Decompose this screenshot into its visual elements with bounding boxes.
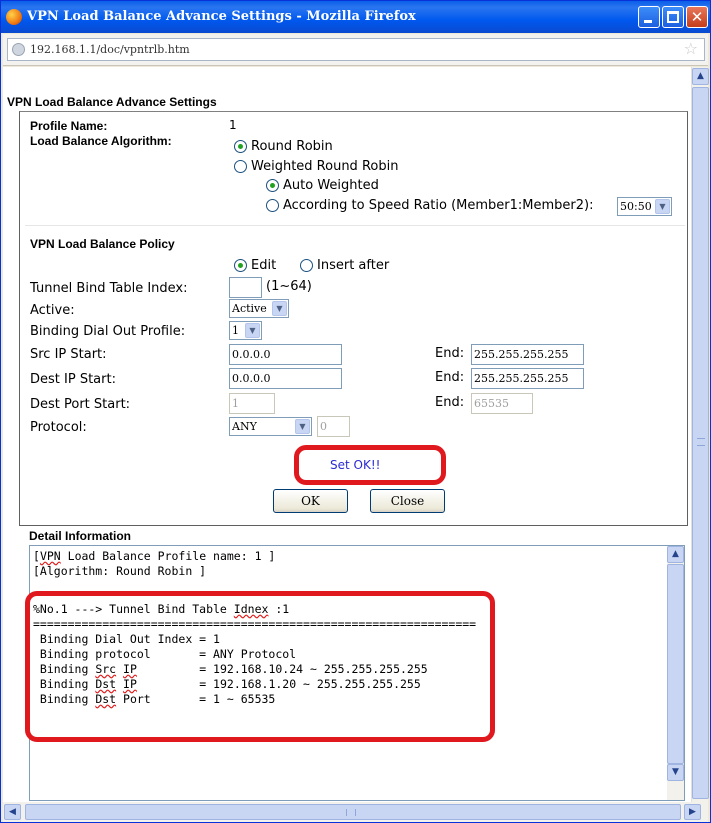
active-label: Active: xyxy=(30,303,75,318)
chevron-down-icon: ▼ xyxy=(245,323,260,338)
insert-after-radio[interactable] xyxy=(300,259,313,272)
page-scroll-left-button[interactable]: ◀ xyxy=(4,804,21,820)
ok-button[interactable]: OK xyxy=(273,489,348,513)
grip-icon xyxy=(346,809,356,816)
protocol-label: Protocol: xyxy=(30,420,87,435)
edit-mode-label: Edit xyxy=(251,258,277,273)
page-scroll-up-button[interactable]: ▲ xyxy=(692,68,709,85)
maximize-icon xyxy=(667,11,679,23)
src-ip-end-input[interactable]: 255.255.255.255 xyxy=(471,344,584,365)
page-scroll-thumb[interactable] xyxy=(692,87,709,799)
auto-weighted-radio[interactable] xyxy=(266,179,279,192)
dest-port-end-input[interactable]: 65535 xyxy=(471,393,533,414)
detail-line-2: [Algorithm: Round Robin ] xyxy=(33,564,207,578)
dial-out-selected: 1 xyxy=(232,324,239,337)
tunnel-index-label: Tunnel Bind Table Index: xyxy=(30,281,188,296)
speed-ratio-select[interactable]: 50:50 ▼ xyxy=(617,197,672,216)
detail-line-1: [VPN Load Balance Profile name: 1 ] xyxy=(33,549,276,563)
speed-ratio-radio[interactable] xyxy=(266,199,279,212)
tunnel-index-input[interactable] xyxy=(229,277,262,298)
page-horizontal-thumb[interactable] xyxy=(25,804,681,820)
detail-scroll-thumb[interactable] xyxy=(667,564,684,764)
chevron-down-icon: ▼ xyxy=(272,301,287,316)
profile-name-value: 1 xyxy=(229,118,237,132)
chevron-down-icon: ▼ xyxy=(295,419,310,434)
active-selected: Active xyxy=(232,302,267,315)
edit-mode-radio[interactable] xyxy=(234,259,247,272)
minimize-icon xyxy=(644,20,652,23)
title-bar[interactable]: VPN Load Balance Advance Settings - Mozi… xyxy=(1,1,710,33)
protocol-selected: ANY xyxy=(232,420,257,433)
status-message: Set OK!! xyxy=(330,458,381,472)
src-ip-start-input[interactable]: 0.0.0.0 xyxy=(229,344,342,365)
speed-ratio-selected: 50:50 xyxy=(620,200,652,213)
active-select[interactable]: Active ▼ xyxy=(229,299,289,318)
dest-ip-label: Dest IP Start: xyxy=(30,372,116,387)
dial-out-label: Binding Dial Out Profile: xyxy=(30,324,186,339)
grip-icon xyxy=(697,438,705,446)
scroll-up-button[interactable]: ▲ xyxy=(667,546,684,563)
detail-highlight xyxy=(25,591,495,742)
protocol-number-input[interactable]: 0 xyxy=(317,416,350,437)
url-text[interactable]: 192.168.1.1/doc/vpntrlb.htm xyxy=(30,43,190,56)
site-identity-icon[interactable] xyxy=(12,43,25,56)
profile-name-label: Profile Name: xyxy=(30,119,108,133)
algorithm-label: Load Balance Algorithm: xyxy=(30,134,172,148)
round-robin-radio[interactable] xyxy=(234,140,247,153)
dest-ip-start-input[interactable]: 0.0.0.0 xyxy=(229,368,342,389)
page-horizontal-scrollbar[interactable]: ◀ ▶ xyxy=(3,802,708,822)
page-scroll-right-button[interactable]: ▶ xyxy=(684,804,701,820)
dest-ip-end-label: End: xyxy=(435,370,465,385)
insert-after-label: Insert after xyxy=(317,258,390,273)
dial-out-select[interactable]: 1 ▼ xyxy=(229,321,262,340)
round-robin-label: Round Robin xyxy=(251,139,333,154)
detail-line-1-word-vpn: VPN xyxy=(39,549,61,563)
dest-port-start-input[interactable]: 1 xyxy=(229,393,275,414)
minimize-button[interactable] xyxy=(638,6,660,28)
tunnel-index-range: (1~64) xyxy=(266,279,312,294)
close-icon: ✕ xyxy=(690,8,704,26)
protocol-select[interactable]: ANY ▼ xyxy=(229,417,312,436)
page-vertical-scrollbar[interactable]: ▲ xyxy=(691,67,709,802)
dest-port-end-label: End: xyxy=(435,395,465,410)
policy-title: VPN Load Balance Policy xyxy=(30,237,175,251)
speed-ratio-label: According to Speed Ratio (Member1:Member… xyxy=(283,198,594,213)
section-divider xyxy=(25,225,685,226)
window-title: VPN Load Balance Advance Settings - Mozi… xyxy=(27,9,416,24)
scroll-down-button[interactable]: ▼ xyxy=(667,764,684,781)
chevron-down-icon: ▼ xyxy=(655,199,670,214)
close-button[interactable]: Close xyxy=(370,489,445,513)
src-ip-end-label: End: xyxy=(435,346,465,361)
dest-ip-end-input[interactable]: 255.255.255.255 xyxy=(471,368,584,389)
url-field[interactable]: 192.168.1.1/doc/vpntrlb.htm ☆ xyxy=(7,38,705,61)
bookmark-star-icon[interactable]: ☆ xyxy=(684,39,698,58)
maximize-button[interactable] xyxy=(662,6,684,28)
firefox-icon xyxy=(6,9,22,25)
dest-port-label: Dest Port Start: xyxy=(30,397,131,412)
browser-window: VPN Load Balance Advance Settings - Mozi… xyxy=(0,0,711,823)
weighted-round-robin-label: Weighted Round Robin xyxy=(251,159,399,174)
src-ip-label: Src IP Start: xyxy=(30,347,107,362)
weighted-round-robin-radio[interactable] xyxy=(234,160,247,173)
detail-scrollbar[interactable]: ▲ ▼ xyxy=(667,546,684,800)
auto-weighted-label: Auto Weighted xyxy=(283,178,379,193)
detail-title: Detail Information xyxy=(29,529,132,543)
address-bar: 192.168.1.1/doc/vpntrlb.htm ☆ xyxy=(3,34,708,66)
page-title: VPN Load Balance Advance Settings xyxy=(7,95,217,109)
close-window-button[interactable]: ✕ xyxy=(686,6,708,28)
